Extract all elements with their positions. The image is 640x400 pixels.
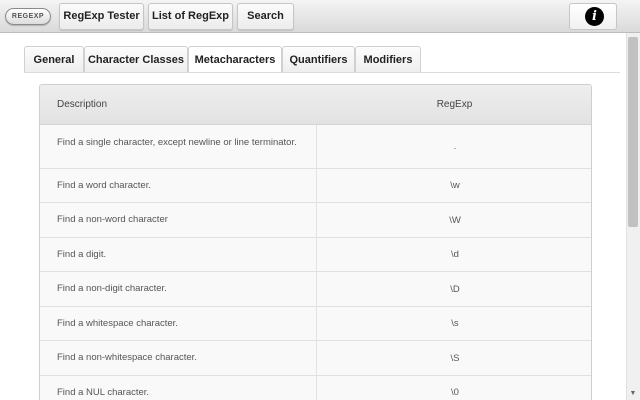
table-row: Find a NUL character. \0 bbox=[40, 376, 591, 400]
header-regexp: RegExp bbox=[436, 99, 473, 110]
row-regexp: \s bbox=[316, 307, 591, 340]
row-description: Find a non-digit character. bbox=[57, 283, 167, 294]
table-row: Find a whitespace character. \s bbox=[40, 307, 591, 341]
row-regexp: \S bbox=[316, 341, 591, 375]
nav-list-of-regexp-button[interactable]: List of RegExp bbox=[148, 3, 233, 30]
metacharacters-table: Description RegExp Find a single charact… bbox=[39, 84, 592, 400]
regexp-logo[interactable]: REGEXP bbox=[5, 8, 51, 25]
info-button[interactable]: i bbox=[569, 3, 617, 30]
row-description: Find a NUL character. bbox=[57, 387, 150, 398]
scrollbar-thumb[interactable] bbox=[628, 37, 638, 227]
scroll-down-arrow-icon[interactable]: ▼ bbox=[628, 389, 638, 398]
table-row: Find a non-whitespace character. \S bbox=[40, 341, 591, 376]
tab-modifiers[interactable]: Modifiers bbox=[355, 46, 421, 73]
row-regexp: \d bbox=[316, 238, 591, 271]
table-row: Find a non-digit character. \D bbox=[40, 272, 591, 307]
nav-regexp-tester-button[interactable]: RegExp Tester bbox=[59, 3, 144, 30]
row-description: Find a single character, except newline … bbox=[57, 137, 297, 148]
info-icon: i bbox=[585, 7, 604, 26]
table-row: Find a word character. \w bbox=[40, 169, 591, 203]
tab-quantifiers[interactable]: Quantifiers bbox=[282, 46, 355, 73]
row-regexp: \W bbox=[316, 203, 591, 237]
tab-character-classes[interactable]: Character Classes bbox=[84, 46, 188, 73]
row-regexp: . bbox=[316, 125, 591, 168]
table-row: Find a non-word character \W bbox=[40, 203, 591, 238]
table-row: Find a digit. \d bbox=[40, 238, 591, 272]
row-description: Find a non-word character bbox=[57, 214, 168, 225]
row-description: Find a word character. bbox=[57, 180, 151, 191]
nav-search-button[interactable]: Search bbox=[237, 3, 294, 30]
row-regexp: \w bbox=[316, 169, 591, 202]
tab-general[interactable]: General bbox=[24, 46, 84, 73]
tab-divider bbox=[24, 72, 620, 73]
row-description: Find a whitespace character. bbox=[57, 318, 178, 329]
row-description: Find a non-whitespace character. bbox=[57, 352, 197, 363]
row-description: Find a digit. bbox=[57, 249, 107, 260]
table-row: Find a single character, except newline … bbox=[40, 125, 591, 169]
table-header: Description RegExp bbox=[40, 85, 591, 125]
row-regexp: \0 bbox=[316, 376, 591, 400]
top-navigation-bar: REGEXP RegExp Tester List of RegExp Sear… bbox=[0, 0, 640, 33]
tab-metacharacters[interactable]: Metacharacters bbox=[188, 46, 282, 73]
header-description: Description bbox=[57, 99, 108, 110]
row-regexp: \D bbox=[316, 272, 591, 306]
